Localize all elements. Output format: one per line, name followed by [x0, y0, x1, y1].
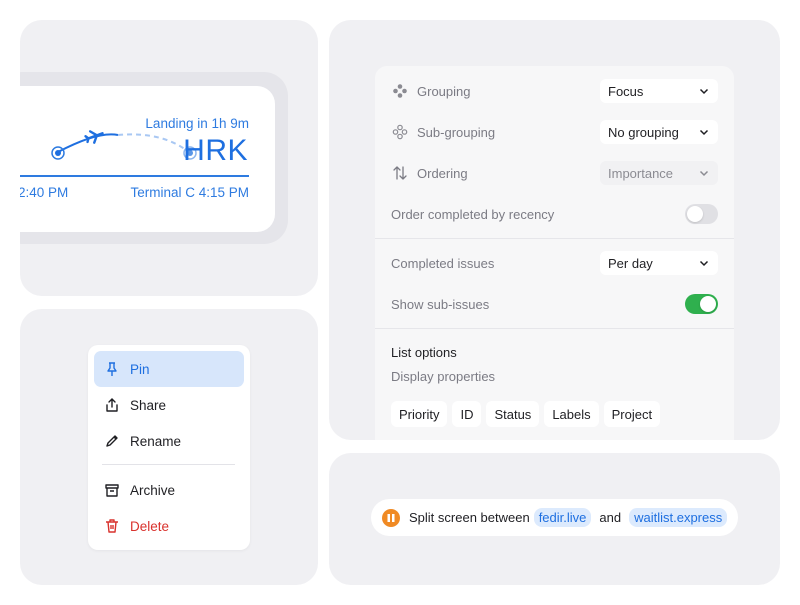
order-completed-row: Order completed by recency [391, 201, 718, 227]
site-tag-a[interactable]: fedir.live [533, 508, 592, 527]
completed-issues-label: Completed issues [391, 255, 495, 271]
chevron-down-icon [699, 170, 709, 177]
property-chip-id[interactable]: ID [452, 401, 482, 427]
menu-item-delete[interactable]: Delete [94, 508, 244, 544]
flight-card: Landing in 1h 9m HRK 2:40 PM Terminal C … [20, 86, 275, 232]
display-properties-label: Display properties [391, 369, 496, 384]
subgrouping-label: Sub-grouping [417, 124, 496, 140]
ordering-value: Importance [608, 165, 674, 181]
grouping-icon [391, 82, 409, 100]
split-screen-text: Split screen between [409, 510, 530, 525]
show-subissues-row: Show sub-issues [391, 291, 718, 317]
pencil-icon [104, 433, 120, 449]
grouping-label: Grouping [417, 83, 471, 99]
site-tag-b[interactable]: waitlist.express [629, 508, 728, 527]
display-properties-chips: Priority ID Status Labels Project [391, 401, 661, 427]
menu-item-label: Archive [130, 482, 176, 498]
chevron-down-icon [699, 88, 709, 95]
flight-panel: Landing in 1h 9m HRK 2:40 PM Terminal C … [20, 20, 318, 296]
order-completed-label: Order completed by recency [391, 206, 555, 222]
completed-issues-select[interactable]: Per day [600, 251, 718, 275]
ordering-select[interactable]: Importance [600, 161, 718, 185]
property-chip-status[interactable]: Status [486, 401, 540, 427]
menu-panel: Pin Share Rename Archive Delete [20, 309, 318, 585]
ordering-row: Ordering Importance [391, 160, 718, 186]
pin-icon [104, 361, 120, 377]
share-icon [104, 397, 120, 413]
subgrouping-icon [391, 123, 409, 141]
chevron-down-icon [699, 129, 709, 136]
grouping-row: Grouping Focus [391, 78, 718, 104]
subgrouping-value: No grouping [608, 124, 679, 140]
landing-status: Landing in 1h 9m [145, 116, 249, 131]
menu-item-label: Pin [130, 361, 150, 377]
completed-issues-row: Completed issues Per day [391, 250, 718, 276]
chevron-down-icon [699, 260, 709, 267]
toggle-knob [687, 206, 703, 222]
grouping-select[interactable]: Focus [600, 79, 718, 103]
context-menu: Pin Share Rename Archive Delete [88, 345, 250, 550]
archive-icon [104, 482, 120, 498]
property-chip-labels[interactable]: Labels [544, 401, 599, 427]
menu-item-pin[interactable]: Pin [94, 351, 244, 387]
list-options-heading: List options [391, 345, 457, 360]
menu-separator [102, 464, 235, 465]
menu-item-archive[interactable]: Archive [94, 472, 244, 508]
menu-item-share[interactable]: Share [94, 387, 244, 423]
view-options-panel: Grouping Focus Sub-grouping No grouping … [329, 20, 780, 440]
order-completed-toggle[interactable] [685, 204, 718, 224]
menu-item-rename[interactable]: Rename [94, 423, 244, 459]
split-screen-pill: Split screen between fedir.live and wait… [371, 499, 738, 536]
show-subissues-toggle[interactable] [685, 294, 718, 314]
menu-item-label: Delete [130, 518, 170, 534]
section-divider [375, 238, 734, 239]
completed-issues-value: Per day [608, 255, 653, 271]
view-options-card: Grouping Focus Sub-grouping No grouping … [375, 66, 734, 440]
trash-icon [104, 518, 120, 534]
grouping-value: Focus [608, 83, 644, 99]
arrival-info: Terminal C 4:15 PM [130, 185, 249, 200]
split-screen-panel: Split screen between fedir.live and wait… [329, 453, 780, 585]
subgrouping-row: Sub-grouping No grouping [391, 119, 718, 145]
section-divider [375, 328, 734, 329]
conjunction-text: and [599, 510, 622, 525]
toggle-knob [700, 296, 716, 312]
menu-item-label: Share [130, 397, 167, 413]
flight-divider [20, 175, 249, 177]
destination-code: HRK [183, 134, 248, 167]
menu-item-label: Rename [130, 433, 182, 449]
property-chip-project[interactable]: Project [603, 401, 661, 427]
property-chip-priority[interactable]: Priority [391, 401, 448, 427]
pause-icon[interactable] [382, 508, 400, 527]
sort-arrows-icon [391, 164, 409, 182]
departure-time: 2:40 PM [20, 185, 69, 200]
ordering-label: Ordering [417, 165, 468, 181]
subgrouping-select[interactable]: No grouping [600, 120, 718, 144]
show-subissues-label: Show sub-issues [391, 296, 490, 312]
